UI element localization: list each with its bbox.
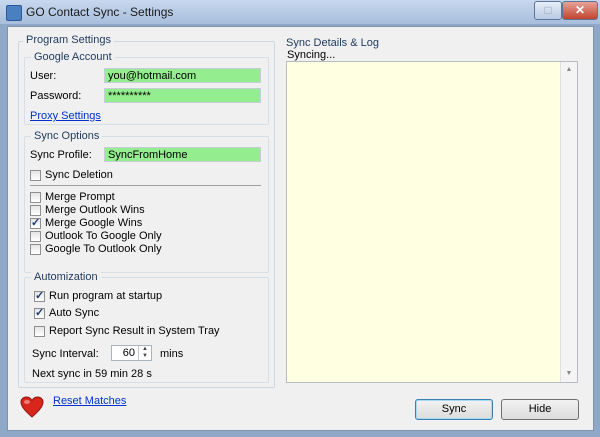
stepper-buttons: ▲ ▼ bbox=[138, 346, 151, 360]
app-icon bbox=[6, 5, 22, 21]
reset-matches-link[interactable]: Reset Matches bbox=[53, 395, 126, 407]
user-field[interactable]: you@hotmail.com bbox=[104, 68, 261, 83]
program-settings-legend: Program Settings bbox=[23, 34, 114, 46]
sync-interval-unit: mins bbox=[160, 348, 184, 360]
outlook-to-google-checkbox[interactable] bbox=[30, 231, 41, 242]
sync-button[interactable]: Sync bbox=[415, 399, 493, 420]
merge-prompt-checkbox[interactable] bbox=[30, 192, 41, 203]
google-to-outlook-label: Google To Outlook Only bbox=[45, 243, 162, 255]
log-legend: Sync Details & Log bbox=[286, 37, 379, 49]
automization-legend: Automization bbox=[31, 271, 101, 283]
run-at-startup-checkbox[interactable] bbox=[34, 289, 45, 302]
merge-outlook-wins-checkbox[interactable] bbox=[30, 205, 41, 216]
sync-profile-field[interactable]: SyncFromHome bbox=[104, 147, 261, 162]
settings-window: GO Contact Sync - Settings □ ✕ Program S… bbox=[0, 0, 600, 437]
sync-interval-label: Sync Interval: bbox=[32, 348, 99, 360]
user-label: User: bbox=[30, 70, 57, 82]
heart-icon bbox=[20, 396, 44, 418]
scroll-down-icon[interactable]: ▼ bbox=[561, 366, 577, 382]
sync-deletion-checkbox[interactable] bbox=[30, 170, 41, 181]
password-field[interactable]: ********** bbox=[104, 88, 261, 103]
scroll-up-icon[interactable]: ▲ bbox=[561, 62, 577, 78]
sync-interval-stepper[interactable]: 60 ▲ ▼ bbox=[111, 345, 152, 361]
report-sync-checkbox[interactable] bbox=[34, 326, 45, 337]
title-bar[interactable]: GO Contact Sync - Settings □ ✕ bbox=[0, 0, 600, 24]
merge-google-wins-checkbox[interactable] bbox=[30, 216, 41, 229]
merge-google-wins-label: Merge Google Wins bbox=[45, 217, 143, 229]
log-scrollbar[interactable]: ▲ ▼ bbox=[560, 62, 577, 382]
merge-prompt-label: Merge Prompt bbox=[45, 191, 115, 203]
sync-deletion-label: Sync Deletion bbox=[45, 169, 113, 181]
stepper-up-icon[interactable]: ▲ bbox=[139, 346, 151, 353]
hide-button[interactable]: Hide bbox=[501, 399, 579, 420]
outlook-to-google-label: Outlook To Google Only bbox=[45, 230, 162, 242]
auto-sync-checkbox[interactable] bbox=[34, 306, 45, 319]
sync-status-text: Syncing... bbox=[287, 49, 336, 61]
window-title: GO Contact Sync - Settings bbox=[26, 5, 174, 19]
password-label: Password: bbox=[30, 90, 82, 102]
sync-options-separator bbox=[30, 185, 261, 186]
maximize-icon: □ bbox=[534, 1, 562, 20]
sync-profile-label: Sync Profile: bbox=[30, 149, 92, 161]
sync-log[interactable]: ▲ ▼ bbox=[286, 61, 578, 383]
client-area: Program Settings Google Account User: yo… bbox=[7, 26, 594, 431]
merge-outlook-wins-label: Merge Outlook Wins bbox=[45, 204, 145, 216]
next-sync-status: Next sync in 59 min 28 s bbox=[32, 368, 152, 380]
proxy-settings-link[interactable]: Proxy Settings bbox=[30, 110, 101, 122]
report-sync-label: Report Sync Result in System Tray bbox=[49, 325, 220, 337]
close-icon[interactable]: ✕ bbox=[562, 1, 598, 20]
sync-interval-value: 60 bbox=[122, 347, 135, 359]
auto-sync-label: Auto Sync bbox=[49, 307, 100, 319]
google-to-outlook-checkbox[interactable] bbox=[30, 244, 41, 255]
stepper-down-icon[interactable]: ▼ bbox=[139, 353, 151, 360]
google-account-legend: Google Account bbox=[31, 51, 115, 63]
sync-options-legend: Sync Options bbox=[31, 130, 103, 142]
run-at-startup-label: Run program at startup bbox=[49, 290, 163, 302]
